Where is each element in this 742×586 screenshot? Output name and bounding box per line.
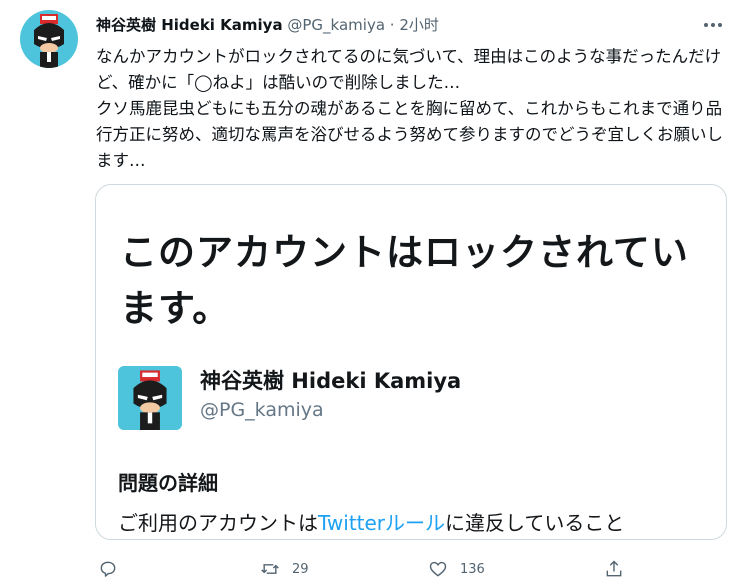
like-count: 136 xyxy=(460,561,485,577)
user-handle[interactable]: @PG_kamiya xyxy=(287,16,385,34)
card-title: このアカウントはロックされています。 xyxy=(120,231,689,330)
cartoon-avatar-icon xyxy=(133,370,167,430)
retweet-button[interactable]: 29 xyxy=(260,556,309,582)
tweet-timestamp[interactable]: 2小时 xyxy=(399,16,439,34)
cartoon-avatar-icon xyxy=(34,14,64,68)
twitter-rules-link: Twitterルール xyxy=(318,511,446,535)
card-section-title: 問題の詳細 xyxy=(118,471,218,495)
retweet-count: 29 xyxy=(292,561,309,577)
avatar[interactable] xyxy=(20,10,78,68)
reply-icon xyxy=(100,561,116,577)
card-avatar xyxy=(118,366,182,430)
share-icon xyxy=(606,560,622,577)
card-display-name: 神谷英樹 Hideki Kamiya xyxy=(200,369,462,393)
tweet-image-card[interactable]: このアカウントはロックされています。 神谷英樹 Hideki Kamiya @P… xyxy=(95,184,727,540)
card-body-text: ご利用のアカウントはTwitterルールに違反していること xyxy=(118,507,624,536)
more-options-button[interactable] xyxy=(698,14,728,36)
display-name[interactable]: 神谷英樹 Hideki Kamiya xyxy=(96,16,283,34)
heart-icon xyxy=(429,561,447,577)
tweet-text: なんかアカウントがロックされてるのに気づいて、理由はこのような事だったんだけど、… xyxy=(96,47,723,170)
card-body-suffix: に違反していること xyxy=(445,511,625,535)
card-handle: @PG_kamiya xyxy=(200,399,324,421)
separator-dot: · xyxy=(389,16,395,34)
reply-button[interactable] xyxy=(98,556,118,582)
tweet-action-bar: 29 136 xyxy=(96,556,736,582)
tweet-header: 神谷英樹 Hideki Kamiya @PG_kamiya · 2小时 xyxy=(96,14,439,36)
share-button[interactable] xyxy=(604,556,624,582)
retweet-icon xyxy=(261,564,279,574)
more-horizontal-icon xyxy=(704,23,722,27)
like-button[interactable]: 136 xyxy=(428,556,485,582)
card-body-prefix: ご利用のアカウントは xyxy=(118,511,318,535)
